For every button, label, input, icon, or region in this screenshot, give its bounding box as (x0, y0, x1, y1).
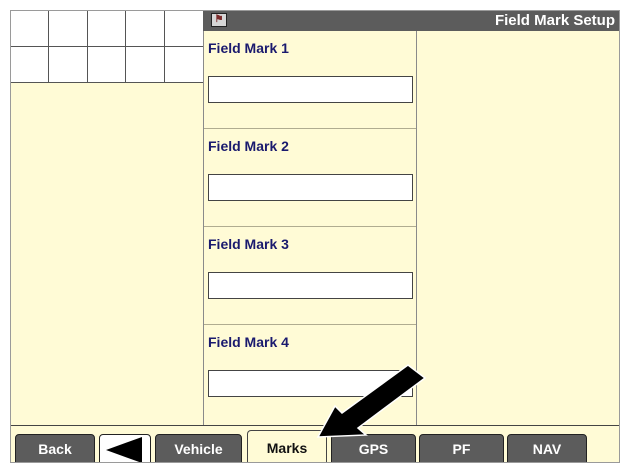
field-mark-label: Field Mark 3 (208, 236, 289, 252)
field-mark-section: Field Mark 1 (204, 31, 416, 129)
field-mark-section: Field Mark 3 (204, 227, 416, 325)
title-bar: ⚑ Field Mark Setup (203, 11, 619, 31)
tab-gps[interactable]: GPS (331, 434, 416, 462)
grid-cell[interactable] (87, 11, 127, 47)
grid-cell[interactable] (49, 11, 88, 47)
page-title: Field Mark Setup (494, 12, 615, 29)
field-mark-3-input[interactable] (208, 272, 413, 299)
left-panel (11, 11, 204, 425)
field-mark-label: Field Mark 2 (208, 138, 289, 154)
tab-vehicle[interactable]: Vehicle (155, 434, 242, 462)
tab-pf[interactable]: PF (419, 434, 504, 462)
grid-cell[interactable] (164, 46, 203, 82)
field-mark-4-input[interactable] (208, 370, 413, 397)
field-mark-section: Field Mark 4 (204, 325, 416, 423)
grid-cell[interactable] (87, 46, 127, 82)
status-grid (11, 11, 204, 83)
left-arrow-icon (106, 437, 142, 462)
display-screen: ⚑ Field Mark Setup Field Mark 1 Field Ma… (10, 10, 620, 463)
field-mark-1-input[interactable] (208, 76, 413, 103)
back-button[interactable]: Back (15, 434, 95, 462)
grid-cell[interactable] (126, 11, 165, 47)
field-mark-label: Field Mark 1 (208, 40, 289, 56)
grid-cell[interactable] (164, 11, 203, 47)
right-panel (417, 31, 619, 425)
field-mark-label: Field Mark 4 (208, 334, 289, 350)
tab-nav[interactable]: NAV (507, 434, 587, 462)
previous-page-button[interactable] (99, 434, 151, 462)
grid-cell[interactable] (11, 46, 50, 82)
tab-marks[interactable]: Marks (247, 430, 327, 462)
tab-bar: Back Vehicle Marks GPS PF NAV (11, 425, 619, 462)
field-marker-icon: ⚑ (211, 13, 227, 27)
field-mark-section: Field Mark 2 (204, 129, 416, 227)
field-mark-list: Field Mark 1 Field Mark 2 Field Mark 3 F… (203, 31, 417, 425)
grid-cell[interactable] (49, 46, 88, 82)
grid-cell[interactable] (11, 11, 50, 47)
grid-cell[interactable] (126, 46, 165, 82)
field-mark-2-input[interactable] (208, 174, 413, 201)
